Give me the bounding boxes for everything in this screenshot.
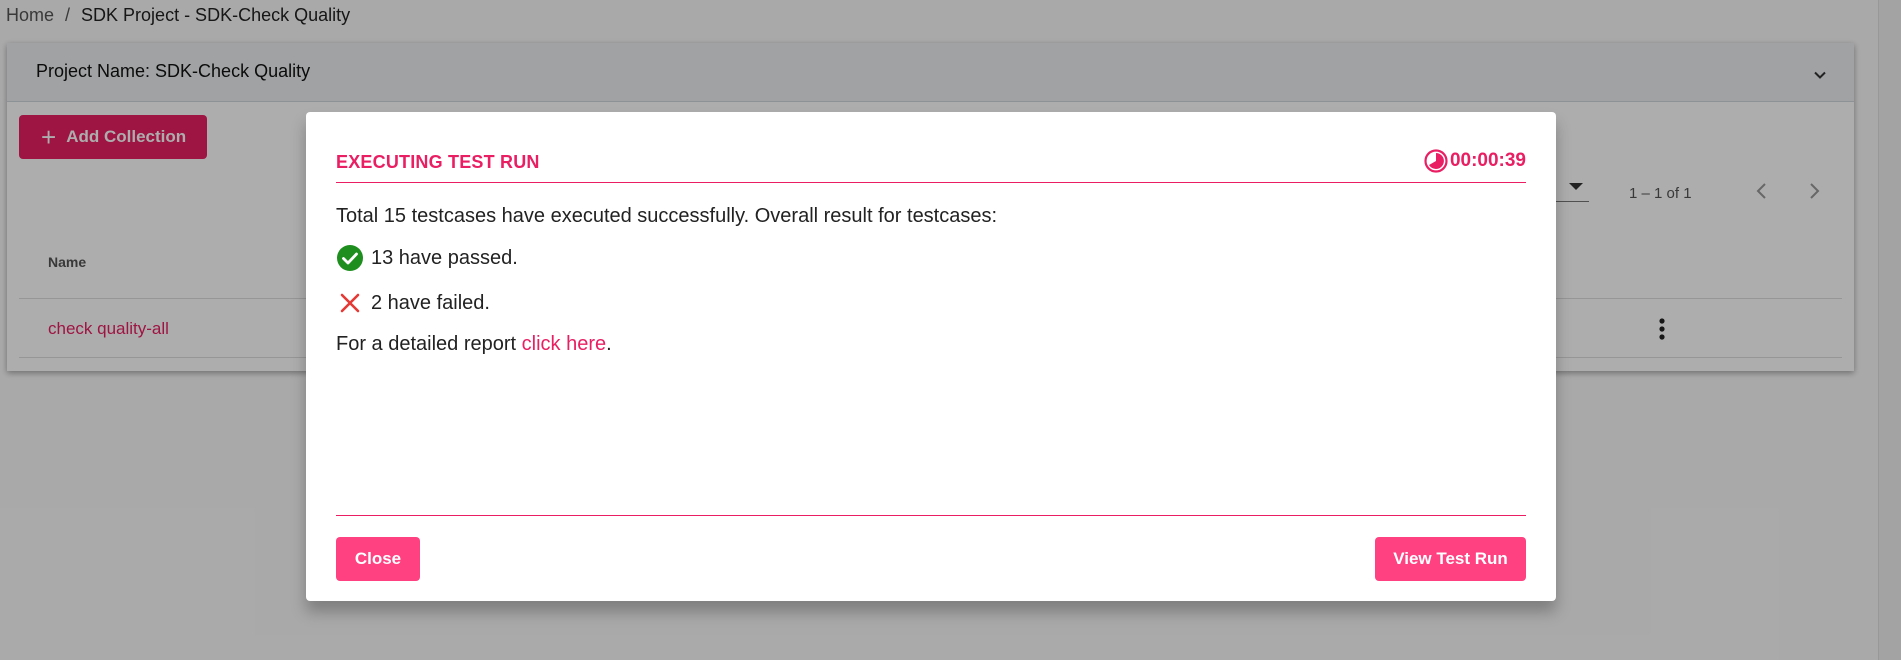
dialog-divider-top	[336, 182, 1526, 183]
view-test-run-button[interactable]: View Test Run	[1375, 537, 1526, 581]
report-suffix: .	[606, 333, 612, 355]
timer-icon	[1424, 149, 1448, 173]
timer-value: 00:00:39	[1449, 150, 1526, 171]
check-circle-icon	[337, 245, 363, 271]
close-x-icon	[340, 293, 360, 313]
result-summary: Total 15 testcases have executed success…	[336, 205, 998, 227]
close-button[interactable]: Close	[336, 537, 420, 581]
failed-text: 2 have failed.	[371, 291, 490, 314]
dialog-title: EXECUTING TEST RUN	[336, 152, 540, 172]
test-run-dialog: EXECUTING TEST RUN 00:00:39 Total 15 tes…	[306, 112, 1556, 601]
passed-result: 13 have passed.	[336, 244, 518, 272]
dialog-divider-bottom	[336, 515, 1526, 516]
failed-result: 2 have failed.	[336, 289, 490, 317]
report-line: For a detailed report click here.	[336, 333, 612, 356]
report-link[interactable]: click here	[522, 333, 606, 355]
report-prefix: For a detailed report	[336, 333, 522, 355]
run-timer: 00:00:39	[1423, 148, 1526, 174]
passed-text: 13 have passed.	[371, 246, 518, 269]
